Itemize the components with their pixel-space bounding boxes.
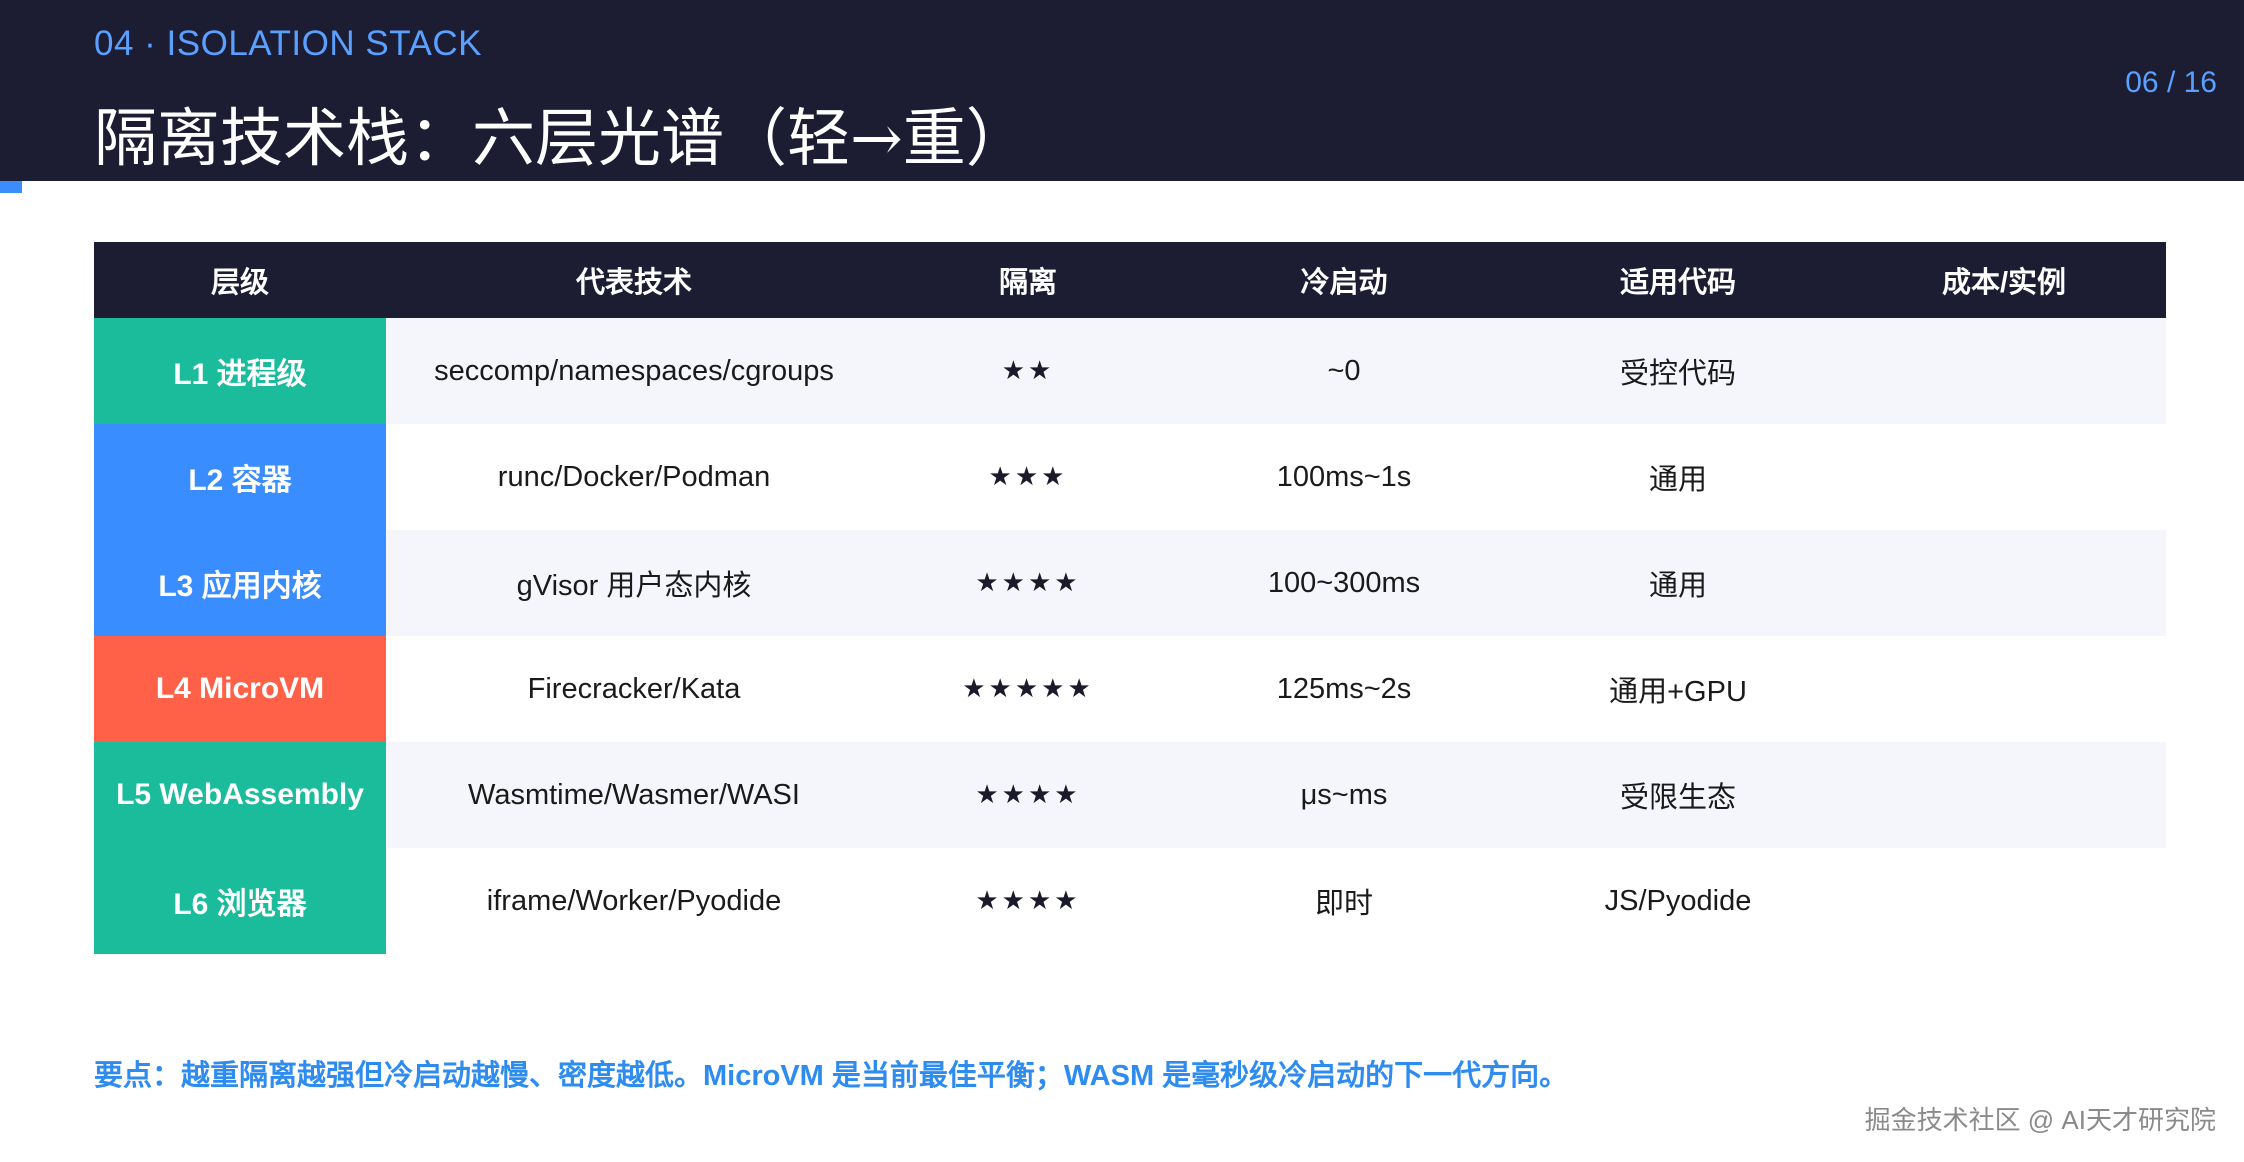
- level-cell: L4 MicroVM: [94, 636, 386, 742]
- table-row: L5 WebAssembly Wasmtime/Wasmer/WASI ★★★★…: [94, 742, 2166, 848]
- column-header-isolation: 隔离: [998, 267, 1057, 299]
- isolation-stars: ★★★: [988, 462, 1068, 492]
- column-header-cost: 成本/实例: [1941, 267, 2067, 299]
- code-cell: 受控代码: [1619, 358, 1736, 390]
- code-cell: JS/Pyodide: [1604, 884, 1752, 917]
- level-cell: L5 WebAssembly: [94, 742, 386, 848]
- cost-cell: [1842, 636, 2166, 742]
- level-cell: L2 容器: [94, 424, 386, 530]
- cost-cell: [1842, 318, 2166, 424]
- section-label: 04 · ISOLATION STACK: [94, 24, 482, 63]
- isolation-stars: ★★★★★: [962, 674, 1094, 704]
- cold-start-cell: μs~ms: [1300, 778, 1388, 811]
- cost-cell: [1842, 424, 2166, 530]
- column-header-level: 层级: [210, 267, 269, 299]
- cold-start-cell: 即时: [1314, 888, 1373, 920]
- table-row: L2 容器 runc/Docker/Podman ★★★ 100ms~1s 通用: [94, 424, 2166, 530]
- table-row: L3 应用内核 gVisor 用户态内核 ★★★★ 100~300ms 通用: [94, 530, 2166, 636]
- tech-cell: gVisor 用户态内核: [516, 570, 752, 602]
- tech-cell: Firecracker/Kata: [527, 672, 741, 705]
- cold-start-cell: ~0: [1327, 354, 1361, 387]
- isolation-stars: ★★: [1001, 356, 1055, 386]
- level-cell: L6 浏览器: [94, 848, 386, 954]
- level-cell: L1 进程级: [94, 318, 386, 424]
- isolation-stars: ★★★★: [975, 568, 1081, 598]
- cost-cell: [1842, 530, 2166, 636]
- column-header-cold-start: 冷启动: [1300, 267, 1388, 299]
- isolation-table: 层级 代表技术 隔离 冷启动 适用代码 成本/实例 L1 进程级 seccomp…: [94, 242, 2166, 954]
- cold-start-cell: 125ms~2s: [1276, 672, 1412, 705]
- isolation-stars: ★★★★: [975, 780, 1081, 810]
- page-counter: 06 / 16: [2125, 66, 2217, 99]
- code-cell: 通用: [1648, 570, 1707, 602]
- cost-cell: [1842, 742, 2166, 848]
- tech-cell: seccomp/namespaces/cgroups: [434, 354, 834, 387]
- tech-cell: Wasmtime/Wasmer/WASI: [468, 778, 800, 811]
- table-row: L4 MicroVM Firecracker/Kata ★★★★★ 125ms~…: [94, 636, 2166, 742]
- isolation-stars: ★★★★: [975, 886, 1081, 916]
- cost-cell: [1842, 848, 2166, 954]
- watermark: 掘金技术社区 @ AI天才研究院: [1864, 1105, 2216, 1135]
- tech-cell: runc/Docker/Podman: [497, 460, 771, 493]
- column-header-code: 适用代码: [1619, 267, 1736, 299]
- cold-start-cell: 100~300ms: [1267, 566, 1421, 599]
- page-title: 隔离技术栈：六层光谱（轻→重）: [94, 102, 1029, 175]
- code-cell: 通用: [1648, 464, 1707, 496]
- slide-header: 04 · ISOLATION STACK 隔离技术栈：六层光谱（轻→重） 06 …: [0, 0, 2244, 181]
- key-note: 要点：越重隔离越强但冷启动越慢、密度越低。MicroVM 是当前最佳平衡；WAS…: [94, 1060, 1569, 1092]
- tech-cell: iframe/Worker/Pyodide: [486, 884, 782, 917]
- level-cell: L3 应用内核: [94, 530, 386, 636]
- header-accent-mark: [0, 181, 22, 193]
- column-header-tech: 代表技术: [575, 267, 692, 299]
- code-cell: 受限生态: [1619, 782, 1736, 814]
- table-header: 层级 代表技术 隔离 冷启动 适用代码 成本/实例: [94, 242, 2166, 318]
- code-cell: 通用+GPU: [1609, 676, 1747, 708]
- cold-start-cell: 100ms~1s: [1276, 460, 1412, 493]
- table-row: L6 浏览器 iframe/Worker/Pyodide ★★★★ 即时 JS/…: [94, 848, 2166, 954]
- table-row: L1 进程级 seccomp/namespaces/cgroups ★★ ~0 …: [94, 318, 2166, 424]
